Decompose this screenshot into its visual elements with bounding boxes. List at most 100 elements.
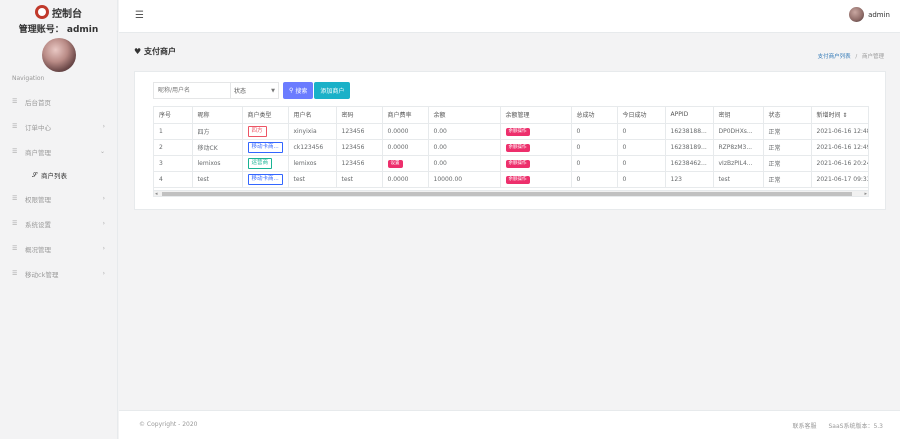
table-cell-username: ck123456: [288, 139, 337, 156]
table-cell-username: test: [288, 171, 337, 188]
page-title-text: 支付商户: [143, 47, 176, 56]
table-cell-type: 移动卡商...: [242, 139, 289, 156]
balance-action-button[interactable]: 余额操作: [505, 159, 530, 168]
sortable-column-header[interactable]: 新增时间 ⇕: [811, 107, 868, 124]
copyright: © Copyright - 2020: [139, 421, 198, 428]
nav-label: Navigation: [12, 75, 45, 82]
set-rate-button[interactable]: 设置: [387, 159, 403, 168]
table-cell-balance: 0.00: [428, 155, 501, 172]
contact-link[interactable]: 联系客服: [792, 421, 816, 430]
brand-title: 控制台: [52, 8, 82, 20]
column-header: 余额: [428, 107, 501, 124]
table-cell-password: 123456: [336, 139, 383, 156]
table-cell-appid: 16238462...: [665, 155, 714, 172]
search-input[interactable]: [153, 82, 231, 99]
table-cell-type: 四方: [242, 123, 289, 140]
settings-icon: ☰: [12, 220, 18, 227]
footer-links: 联系客服 SaaS系统版本：5.3: [792, 421, 883, 430]
sidebar-item-overview[interactable]: ☰ 概况管理 ›: [0, 236, 117, 261]
search-button[interactable]: ⚲ 搜索: [283, 82, 314, 99]
column-header: 余额管理: [500, 107, 572, 124]
table-cell-created: 2021-06-17 09:33:2: [811, 171, 868, 188]
chevron-right-icon: ›: [102, 123, 105, 130]
sidebar-item-orders[interactable]: ☰ 订单中心 ›: [0, 114, 117, 139]
add-merchant-button[interactable]: 添加商户: [314, 82, 351, 99]
balance-action-button[interactable]: 余额操作: [505, 175, 530, 184]
table-cell-username: xinyixia: [288, 123, 337, 140]
merchant-table: 序号 昵称 商户类型 用户名 密码 商户费率 余额 余额管理 总成功 今日成功 …: [153, 106, 869, 196]
page-header: ♥ 支付商户 支付商户列表 / 商户管理: [119, 34, 900, 69]
submenu-item-merchant-list[interactable]: 𝒮 商户列表: [0, 164, 117, 186]
status-select-label: 状态: [234, 88, 247, 95]
table-cell-balance-action: 余额操作: [500, 139, 572, 156]
table-cell-today-success: 0: [617, 123, 666, 140]
sidebar-item-home[interactable]: ☰ 后台首页: [0, 89, 117, 114]
table-cell-total-success: 0: [571, 123, 618, 140]
table-cell-appid: 123: [665, 171, 714, 188]
table-cell-type: 运营商: [242, 155, 289, 172]
main-content: ♥ 支付商户 支付商户列表 / 商户管理 状态 ▼ ⚲ 搜索 添加商户: [119, 34, 900, 410]
table-cell-secret: RZP8zM3...: [713, 139, 764, 156]
overview-icon: ☰: [12, 245, 18, 252]
table-cell-status: 正常: [763, 139, 812, 156]
hamburger-menu-icon[interactable]: ☰: [135, 11, 144, 21]
column-header: 密码: [336, 107, 383, 124]
table-cell-created: 2021-06-16 12:48:2: [811, 123, 868, 140]
table-cell-secret: DP0DHXs...: [713, 123, 764, 140]
scroll-right-icon[interactable]: ▸: [864, 191, 867, 197]
table-cell-rate: 0.0000: [382, 123, 429, 140]
table-header-row: 序号 昵称 商户类型 用户名 密码 商户费率 余额 余额管理 总成功 今日成功 …: [154, 107, 868, 124]
footer: © Copyright - 2020 联系客服 SaaS系统版本：5.3: [119, 410, 900, 439]
sidebar-item-label: 订单中心: [25, 123, 51, 132]
chevron-down-icon: ▼: [271, 87, 275, 94]
table-cell-index: 1: [154, 123, 193, 140]
horizontal-scrollbar[interactable]: ◂ ▸: [153, 190, 869, 197]
page-title: ♥ 支付商户: [134, 46, 176, 57]
table-cell-appid: 16238189...: [665, 139, 714, 156]
table-cell-total-success: 0: [571, 155, 618, 172]
breadcrumb-link[interactable]: 支付商户列表: [818, 54, 851, 60]
sidebar-item-merchants[interactable]: ☰ 商户管理 ⌄: [0, 139, 117, 164]
table-cell-balance-action: 余额操作: [500, 171, 572, 188]
table-cell-balance: 0.00: [428, 139, 501, 156]
table-cell-balance: 10000.00: [428, 171, 501, 188]
sidebar-item-settings[interactable]: ☰ 系统设置 ›: [0, 211, 117, 236]
balance-action-button[interactable]: 余额操作: [505, 127, 530, 136]
column-header: 商户费率: [382, 107, 429, 124]
sidebar-item-label: 商户管理: [25, 148, 51, 157]
avatar[interactable]: [41, 38, 76, 72]
user-name[interactable]: admin: [868, 11, 890, 19]
column-header: 状态: [763, 107, 812, 124]
column-header: 商户类型: [242, 107, 289, 124]
table-cell-balance: 0.00: [428, 123, 501, 140]
sidebar-item-permissions[interactable]: ☰ 权限管理 ›: [0, 186, 117, 211]
avatar[interactable]: [849, 7, 865, 22]
breadcrumb-separator: /: [855, 54, 858, 60]
status-select[interactable]: 状态 ▼: [231, 82, 279, 99]
user-menu[interactable]: admin: [849, 7, 890, 22]
balance-action-button[interactable]: 余额操作: [505, 143, 530, 152]
table-cell-password: test: [336, 171, 383, 188]
table-cell-appid: 16238188...: [665, 123, 714, 140]
sidebar-item-mobile-ck[interactable]: ☰ 移动ck管理 ›: [0, 261, 117, 286]
chevron-right-icon: ›: [102, 245, 105, 252]
table-cell-rate: 0.0000: [382, 171, 429, 188]
merchant-type-tag: 移动卡商...: [247, 173, 283, 185]
table-cell-username: lemixos: [288, 155, 337, 172]
chevron-down-icon: ⌄: [99, 148, 105, 155]
chevron-right-icon: ›: [102, 220, 105, 227]
table-cell-nickname: 四方: [192, 123, 243, 140]
table-row: 4 test 移动卡商... test test 0.0000 10000.00 余额操作 0 0…: [154, 171, 868, 188]
scrollbar-thumb[interactable]: [162, 192, 852, 196]
table-cell-today-success: 0: [617, 139, 666, 156]
account-info: 管理账号： admin: [0, 22, 117, 35]
link-icon: 𝒮: [32, 170, 38, 179]
table-cell-type: 移动卡商...: [242, 171, 289, 188]
logo-icon: [35, 5, 49, 19]
home-icon: ☰: [12, 98, 18, 105]
table-row: 3 lemixos 运营商 lemixos 123456 设置 0.00 余额操作 0 0 1623…: [154, 155, 868, 172]
chevron-right-icon: ›: [102, 270, 105, 277]
column-header: 用户名: [288, 107, 337, 124]
scroll-left-icon[interactable]: ◂: [155, 191, 158, 197]
sidebar: 控制台 管理账号： admin Navigation ☰ 后台首页 ☰ 订单中心…: [0, 0, 118, 439]
